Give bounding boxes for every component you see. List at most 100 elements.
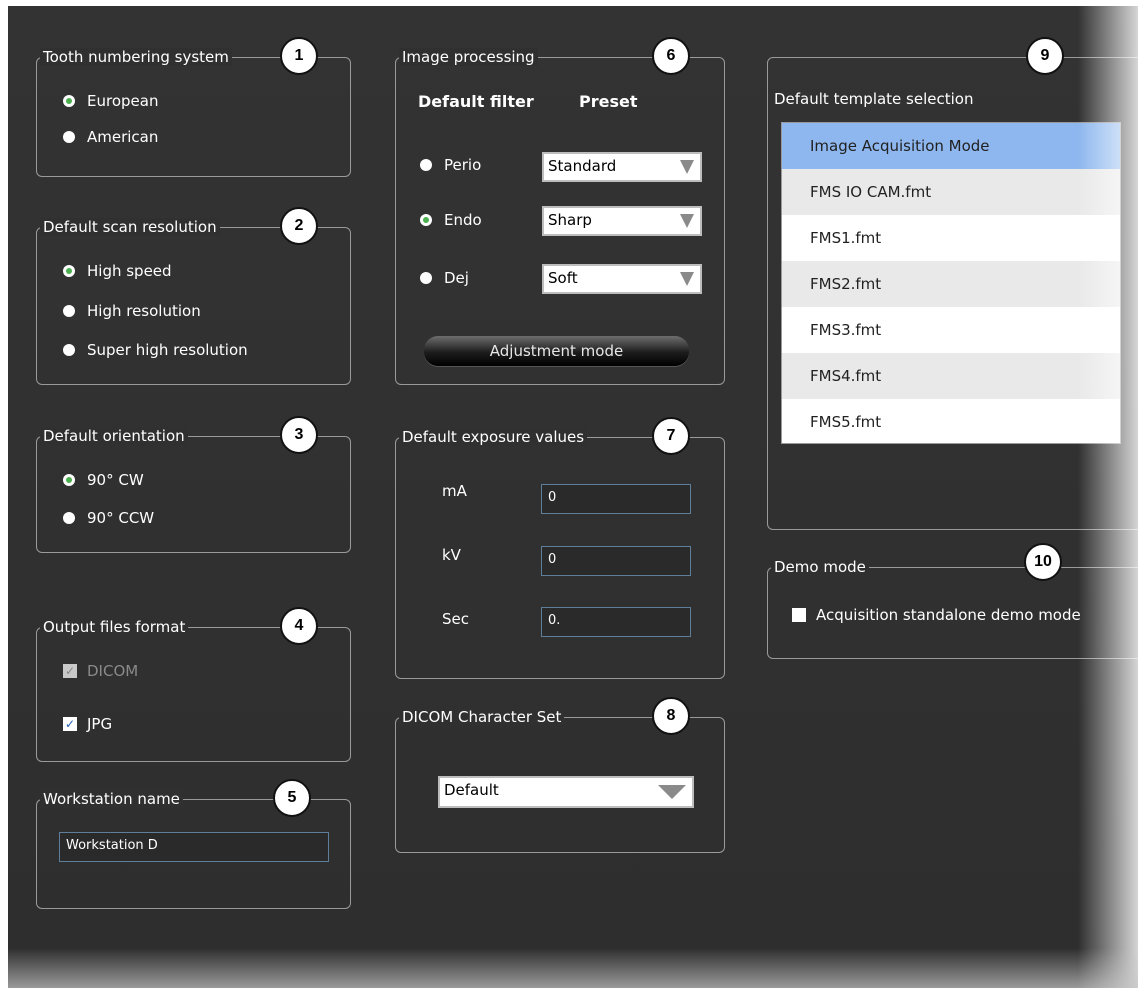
radio-label: American [87,128,159,146]
workstation-group: Workstation name 5 Workstation D [36,779,351,909]
checkbox-icon [792,608,806,622]
radio-icon [63,344,75,356]
ma-label: mA [442,482,467,500]
radio-label: High speed [87,262,172,280]
endo-preset-select[interactable]: Sharp [542,206,702,236]
list-item[interactable]: Image Acquisition Mode [782,123,1120,169]
callout-badge: 6 [652,37,690,75]
kv-label: kV [442,546,461,564]
check-icon: ✓ [63,717,77,731]
settings-panel: Tooth numbering system 1 European Americ… [8,6,1138,988]
select-value: Standard [548,157,617,175]
radio-endo[interactable]: Endo [420,211,482,229]
list-item[interactable]: FMS IO CAM.fmt [782,169,1120,215]
radio-selected-icon [63,95,75,107]
group-title: Default exposure values [399,428,588,446]
select-value: Soft [548,269,578,287]
scan-resolution-group: Default scan resolution 2 High speed Hig… [36,207,351,385]
radio-super-high-resolution[interactable]: Super high resolution [63,341,248,359]
radio-icon [63,512,75,524]
template-label: Default template selection [774,90,974,108]
dicom-charset-group: DICOM Character Set 8 Default [395,697,725,853]
radio-selected-icon [63,265,75,277]
list-item[interactable]: FMS4.fmt [782,353,1120,399]
radio-american[interactable]: American [63,128,158,146]
checkbox-label: JPG [87,715,113,733]
callout-badge: 4 [280,607,318,645]
radio-label: European [87,92,159,110]
column-header-filter: Default filter [418,92,534,111]
select-value: Sharp [548,211,592,229]
radio-selected-icon [63,474,75,486]
output-format-group: Output files format 4 ✓ DICOM ✓ JPG [36,607,351,762]
callout-badge: 10 [1024,543,1062,581]
group-title: Tooth numbering system [40,48,232,66]
callout-badge: 7 [652,417,690,455]
adjustment-mode-button[interactable]: Adjustment mode [424,336,689,366]
checkbox-dicom[interactable]: ✓ DICOM [63,662,138,680]
template-list[interactable]: Image Acquisition Mode FMS IO CAM.fmt FM… [781,122,1121,444]
orientation-group: Default orientation 3 90° CW 90° CCW [36,416,351,553]
group-title: Default orientation [40,427,188,445]
sec-label: Sec [442,610,469,628]
sec-input[interactable]: 0. [541,607,691,637]
checkbox-demo-mode[interactable]: Acquisition standalone demo mode [792,606,1081,624]
group-title: Output files format [40,618,189,636]
radio-label: High resolution [87,302,201,320]
check-icon: ✓ [63,664,77,678]
callout-badge: 8 [652,697,690,735]
group-title: Image processing [399,48,538,66]
list-item[interactable]: FMS5.fmt [782,399,1120,445]
radio-icon [420,272,432,284]
radio-label: Super high resolution [87,341,248,359]
checkbox-jpg[interactable]: ✓ JPG [63,715,112,733]
radio-label: Perio [444,156,482,174]
workstation-name-input[interactable]: Workstation D [59,832,329,862]
radio-90-cw[interactable]: 90° CW [63,471,144,489]
column-header-preset: Preset [579,92,638,111]
bottom-edge-fade [8,948,1138,988]
group-title: Workstation name [40,790,183,808]
radio-icon [63,305,75,317]
select-value: Default [444,781,499,799]
dropdown-arrow-icon [680,272,694,286]
radio-selected-icon [420,214,432,226]
callout-badge: 9 [1026,37,1064,75]
radio-icon [63,131,75,143]
radio-label: 90° CW [87,471,144,489]
list-item[interactable]: FMS1.fmt [782,215,1120,261]
list-item[interactable]: FMS2.fmt [782,261,1120,307]
radio-european[interactable]: European [63,92,158,110]
tooth-numbering-group: Tooth numbering system 1 European Americ… [36,37,351,177]
dropdown-arrow-icon [680,214,694,228]
exposure-group: Default exposure values 7 mA 0 kV 0 Sec … [395,417,725,679]
dej-preset-select[interactable]: Soft [542,264,702,294]
group-title: Demo mode [771,558,869,576]
ma-input[interactable]: 0 [541,484,691,514]
kv-input[interactable]: 0 [541,546,691,576]
image-processing-group: Image processing 6 Default filter Preset… [395,37,725,385]
dropdown-arrow-icon [658,785,686,799]
radio-label: Endo [444,211,482,229]
callout-badge: 1 [280,37,318,75]
right-edge-fade [1078,6,1138,988]
list-item[interactable]: FMS3.fmt [782,307,1120,353]
radio-high-resolution[interactable]: High resolution [63,302,201,320]
checkbox-label: Acquisition standalone demo mode [816,606,1081,624]
radio-label: 90° CCW [87,509,155,527]
radio-icon [420,159,432,171]
dicom-charset-select[interactable]: Default [438,776,694,808]
checkbox-label: DICOM [87,662,139,680]
callout-badge: 2 [280,207,318,245]
callout-badge: 5 [273,779,311,817]
group-title: Default scan resolution [40,218,220,236]
radio-perio[interactable]: Perio [420,156,481,174]
radio-dej[interactable]: Dej [420,269,469,287]
radio-high-speed[interactable]: High speed [63,262,172,280]
radio-90-ccw[interactable]: 90° CCW [63,509,154,527]
perio-preset-select[interactable]: Standard [542,152,702,182]
radio-label: Dej [444,269,469,287]
dropdown-arrow-icon [680,160,694,174]
group-title: DICOM Character Set [399,708,565,726]
callout-badge: 3 [280,416,318,454]
